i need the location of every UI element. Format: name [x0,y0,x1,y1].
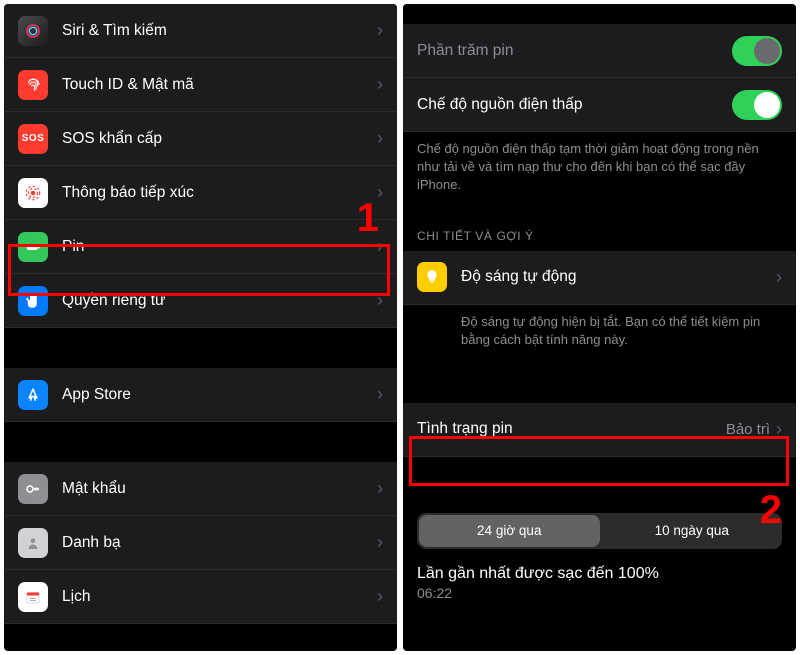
row-emergency-sos[interactable]: SOS SOS khẩn cấp › [4,112,397,166]
row-label: Tình trạng pin [417,420,726,438]
screen-battery-settings: Phần trăm pin Chế độ nguồn điện thấp Chế… [403,4,796,651]
row-siri-search[interactable]: Siri & Tìm kiếm › [4,4,397,58]
row-label: Pin [62,238,377,256]
exposure-icon [18,178,48,208]
auto-brightness-description: Độ sáng tự động hiện bị tắt. Bạn có thể … [403,305,796,363]
contacts-icon [18,528,48,558]
row-label: Thông báo tiếp xúc [62,184,377,202]
row-label: Độ sáng tự động [461,268,776,286]
chevron-right-icon: › [377,236,383,257]
chevron-right-icon: › [377,290,383,311]
row-label: Siri & Tìm kiếm [62,22,377,40]
hand-icon [18,286,48,316]
row-label: Mật khẩu [62,480,377,498]
row-label: Touch ID & Mật mã [62,76,377,94]
row-battery[interactable]: Pin › [4,220,397,274]
last-charge-time: 06:22 [403,583,796,609]
time-range-segmented-control[interactable]: 24 giờ qua 10 ngày qua [417,513,782,549]
sos-icon: SOS [18,124,48,154]
row-auto-brightness[interactable]: Độ sáng tự động › [403,251,796,305]
screen-settings-list: Siri & Tìm kiếm › Touch ID & Mật mã › SO… [4,4,397,651]
chevron-right-icon: › [776,419,782,440]
chevron-right-icon: › [377,74,383,95]
last-charge-label: Lần gần nhất được sạc đến 100% [403,559,796,583]
row-battery-percentage[interactable]: Phần trăm pin [403,24,796,78]
app-store-icon [18,380,48,410]
row-touch-id[interactable]: Touch ID & Mật mã › [4,58,397,112]
row-passwords[interactable]: Mật khẩu › [4,462,397,516]
siri-icon [18,16,48,46]
segment-10d[interactable]: 10 ngày qua [602,513,783,549]
section-gap [4,328,397,368]
row-label: Lịch [62,588,377,606]
key-icon [18,474,48,504]
row-exposure-notification[interactable]: Thông báo tiếp xúc › [4,166,397,220]
battery-health-detail: Bảo trì [726,421,770,438]
settings-list: Siri & Tìm kiếm › Touch ID & Mật mã › SO… [4,4,397,624]
row-label: Danh bạ [62,534,377,552]
row-label: SOS khẩn cấp [62,130,377,148]
toggle-low-power-mode[interactable] [732,90,782,120]
section-gap [403,363,796,403]
row-battery-health[interactable]: Tình trạng pin Bảo trì › [403,403,796,457]
section-gap [4,422,397,462]
fingerprint-icon [18,70,48,100]
chevron-right-icon: › [776,267,782,288]
section-header-suggestions: CHI TIẾT VÀ GỢI Ý [403,209,796,251]
segment-24h[interactable]: 24 giờ qua [419,515,600,547]
row-contacts[interactable]: Danh bạ › [4,516,397,570]
low-power-description: Chế độ nguồn điện thấp tạm thời giảm hoạ… [403,132,796,209]
chevron-right-icon: › [377,128,383,149]
chevron-right-icon: › [377,532,383,553]
section-gap [403,457,796,497]
lightbulb-icon [417,262,447,292]
top-gap [403,4,796,24]
chevron-right-icon: › [377,478,383,499]
row-label: Chế độ nguồn điện thấp [417,96,732,114]
chevron-right-icon: › [377,20,383,41]
row-label: App Store [62,386,377,404]
chevron-right-icon: › [377,384,383,405]
calendar-icon [18,582,48,612]
battery-icon [18,232,48,262]
chevron-right-icon: › [377,182,383,203]
row-app-store[interactable]: App Store › [4,368,397,422]
row-label: Quyền riêng tư [62,292,377,310]
row-low-power-mode[interactable]: Chế độ nguồn điện thấp [403,78,796,132]
row-privacy[interactable]: Quyền riêng tư › [4,274,397,328]
row-label: Phần trăm pin [417,42,732,60]
toggle-battery-percentage[interactable] [732,36,782,66]
chevron-right-icon: › [377,586,383,607]
row-calendar[interactable]: Lịch › [4,570,397,624]
